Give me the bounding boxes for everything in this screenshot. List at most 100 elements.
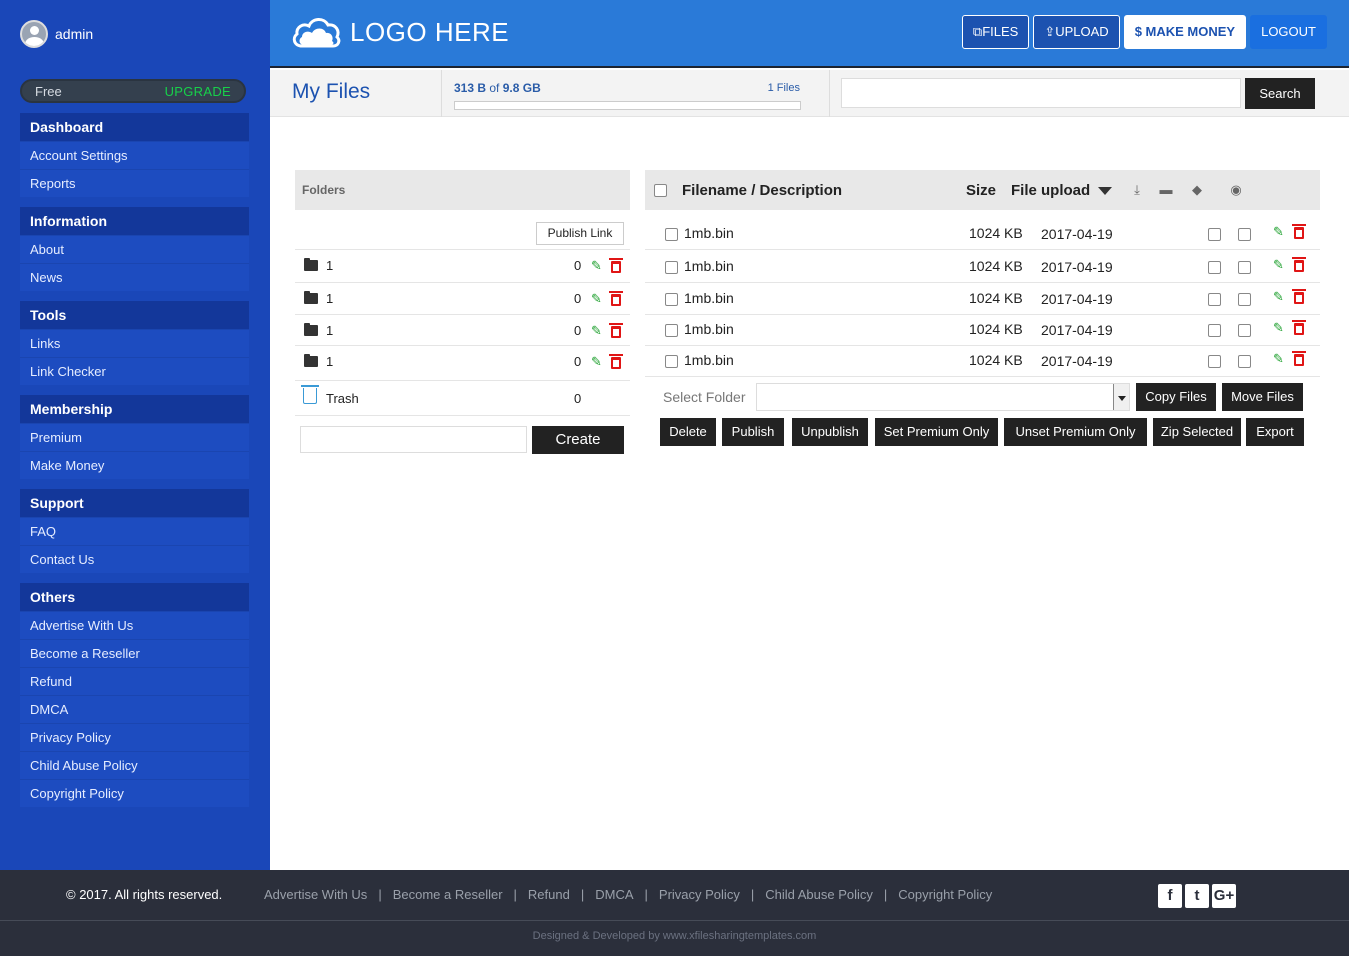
folder-name[interactable]: 1 [326,291,333,306]
delete-icon[interactable] [609,258,623,273]
file-name[interactable]: 1mb.bin [684,290,734,306]
logout-button[interactable]: LOGOUT [1250,15,1327,49]
file-name[interactable]: 1mb.bin [684,225,734,241]
delete-icon[interactable] [609,323,623,338]
action-button-delete[interactable]: Delete [660,418,716,446]
sidebar-item[interactable]: DMCA [20,695,249,723]
logo[interactable]: LOGO HERE [290,14,509,50]
delete-icon[interactable] [609,354,623,369]
delete-icon[interactable] [1292,320,1306,335]
select-all-checkbox[interactable] [654,184,667,197]
premium-checkbox[interactable] [1238,228,1251,241]
upload-column-header[interactable]: File upload [1011,182,1090,199]
footer-link[interactable]: Copyright Policy [898,887,992,902]
sort-caret-icon[interactable] [1098,187,1112,195]
sidebar-item[interactable]: Premium [20,423,249,451]
public-checkbox[interactable] [1208,293,1221,306]
edit-icon[interactable]: ✎ [1273,290,1285,303]
facebook-icon[interactable]: f [1158,884,1182,908]
file-name[interactable]: 1mb.bin [684,321,734,337]
delete-icon[interactable] [1292,257,1306,272]
size-column-header[interactable]: Size [966,182,996,199]
user-profile[interactable]: admin [20,20,93,48]
file-row[interactable]: 1mb.bin 1024 KB 2017-04-19 ✎ [645,314,1320,346]
edit-icon[interactable]: ✎ [1273,225,1285,238]
action-button-export[interactable]: Export [1246,418,1304,446]
file-row[interactable]: 1mb.bin 1024 KB 2017-04-19 ✎ [645,251,1320,283]
sidebar-item[interactable]: About [20,235,249,263]
upload-button[interactable]: ⇪UPLOAD [1033,15,1120,49]
edit-icon[interactable]: ✎ [1273,321,1285,334]
chevron-down-icon[interactable] [1113,384,1129,410]
files-button[interactable]: ⧉FILES [961,15,1030,49]
sidebar-item[interactable]: Reports [20,169,249,197]
search-input[interactable] [841,78,1241,108]
folder-row[interactable]: 1 0 ✎ [295,249,630,281]
footer-link[interactable]: Privacy Policy [659,887,740,902]
footer-link[interactable]: Child Abuse Policy [765,887,873,902]
sidebar-item[interactable]: Link Checker [20,357,249,385]
sidebar-item[interactable]: Copyright Policy [20,779,249,807]
footer-link[interactable]: Refund [528,887,570,902]
sidebar-item[interactable]: Links [20,329,249,357]
folder-name[interactable]: 1 [326,323,333,338]
edit-icon[interactable]: ✎ [591,292,603,305]
action-button-unset-premium-only[interactable]: Unset Premium Only [1004,418,1147,446]
trash-row[interactable]: Trash 0 [295,380,630,416]
sidebar-item[interactable]: Refund [20,667,249,695]
folder-name[interactable]: 1 [326,258,333,273]
trash-label[interactable]: Trash [326,391,359,406]
twitter-icon[interactable]: t [1185,884,1209,908]
premium-checkbox[interactable] [1238,324,1251,337]
folder-select[interactable] [756,383,1130,411]
edit-icon[interactable]: ✎ [1273,352,1285,365]
premium-checkbox[interactable] [1238,261,1251,274]
nav-heading[interactable]: Membership [20,395,249,423]
edit-icon[interactable]: ✎ [591,259,603,272]
file-select-checkbox[interactable] [665,324,678,337]
edit-icon[interactable]: ✎ [591,355,603,368]
sidebar-item[interactable]: Contact Us [20,545,249,573]
nav-heading[interactable]: Tools [20,301,249,329]
footer-link[interactable]: DMCA [595,887,633,902]
file-select-checkbox[interactable] [665,293,678,306]
sidebar-item[interactable]: News [20,263,249,291]
footer-link[interactable]: Become a Reseller [393,887,503,902]
create-folder-button[interactable]: Create [532,426,624,454]
premium-checkbox[interactable] [1238,355,1251,368]
move-files-button[interactable]: Move Files [1222,383,1303,411]
google-plus-icon[interactable]: G+ [1212,884,1236,908]
footer-link[interactable]: Advertise With Us [264,887,367,902]
nav-heading[interactable]: Dashboard [20,113,249,141]
sidebar-item[interactable]: Make Money [20,451,249,479]
folder-row[interactable]: 1 0 ✎ [295,282,630,314]
action-button-set-premium-only[interactable]: Set Premium Only [875,418,998,446]
make-money-button[interactable]: $ MAKE MONEY [1123,15,1247,49]
folder-name[interactable]: 1 [326,354,333,369]
sidebar-item[interactable]: FAQ [20,517,249,545]
file-row[interactable]: 1mb.bin 1024 KB 2017-04-19 ✎ [645,283,1320,315]
nav-heading[interactable]: Information [20,207,249,235]
sidebar-item[interactable]: Child Abuse Policy [20,751,249,779]
folder-row[interactable]: 1 0 ✎ [295,314,630,346]
delete-icon[interactable] [1292,289,1306,304]
file-select-checkbox[interactable] [665,261,678,274]
sidebar-item[interactable]: Account Settings [20,141,249,169]
edit-icon[interactable]: ✎ [1273,258,1285,271]
file-select-checkbox[interactable] [665,355,678,368]
file-name[interactable]: 1mb.bin [684,352,734,368]
file-select-checkbox[interactable] [665,228,678,241]
delete-icon[interactable] [1292,351,1306,366]
file-row[interactable]: 1mb.bin 1024 KB 2017-04-19 ✎ [645,345,1320,377]
public-checkbox[interactable] [1208,355,1221,368]
public-checkbox[interactable] [1208,261,1221,274]
delete-icon[interactable] [609,291,623,306]
filename-column-header[interactable]: Filename / Description [682,182,842,199]
action-button-zip-selected[interactable]: Zip Selected [1153,418,1241,446]
folder-row[interactable]: 1 0 ✎ [295,345,630,377]
public-checkbox[interactable] [1208,228,1221,241]
sidebar-item[interactable]: Privacy Policy [20,723,249,751]
premium-checkbox[interactable] [1238,293,1251,306]
action-button-publish[interactable]: Publish [722,418,784,446]
sidebar-item[interactable]: Become a Reseller [20,639,249,667]
